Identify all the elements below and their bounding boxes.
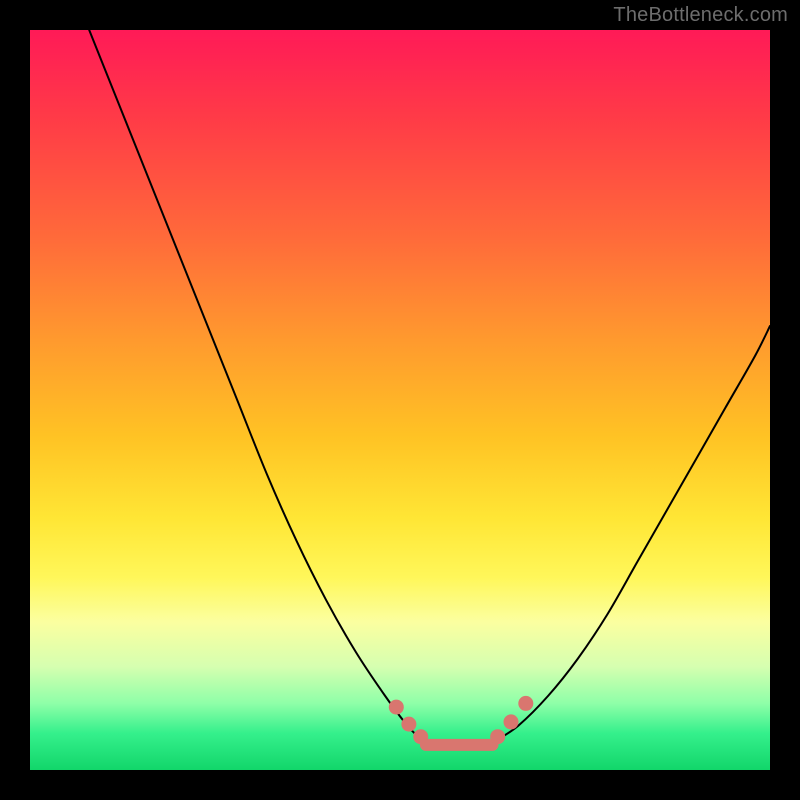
right-curve bbox=[496, 326, 770, 740]
chart-svg bbox=[30, 30, 770, 770]
curve-marker bbox=[401, 717, 416, 732]
curve-marker bbox=[389, 700, 404, 715]
left-curve bbox=[89, 30, 422, 740]
curve-marker bbox=[490, 729, 505, 744]
plot-area bbox=[30, 30, 770, 770]
curve-marker bbox=[413, 729, 428, 744]
curve-marker bbox=[504, 714, 519, 729]
chart-frame: TheBottleneck.com bbox=[0, 0, 800, 800]
watermark-text: TheBottleneck.com bbox=[613, 4, 788, 27]
curve-marker bbox=[518, 696, 533, 711]
marker-group bbox=[389, 696, 534, 744]
